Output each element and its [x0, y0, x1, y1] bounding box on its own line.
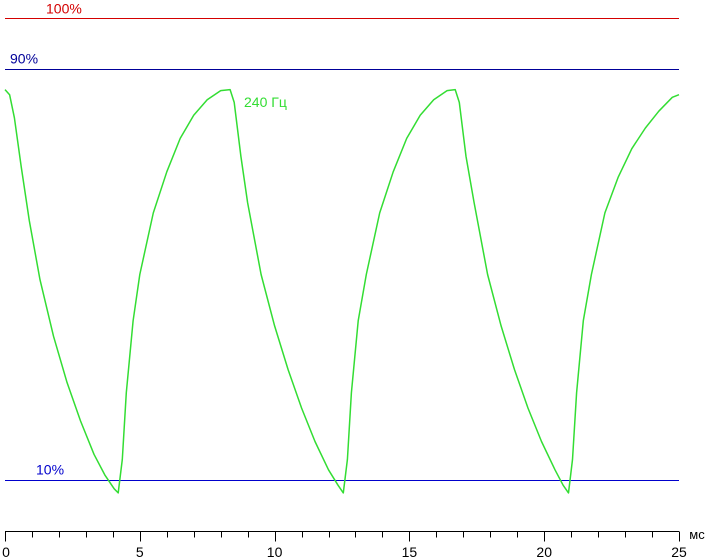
reference-label-100: 100%: [46, 1, 82, 17]
series-line-240hz: [4, 88, 680, 494]
chart: 100% 90% 10% 240 Гц 0 5 10 15 20 25 мс: [2, 1, 705, 560]
x-tick-label-0: 0: [2, 544, 10, 560]
x-axis-ticks: [5, 531, 680, 542]
x-tick-label-20: 20: [536, 544, 552, 560]
x-tick-label-25: 25: [671, 544, 687, 560]
x-axis-unit-label: мс: [689, 527, 705, 542]
x-tick-label-10: 10: [267, 544, 283, 560]
reference-label-10: 10%: [36, 462, 64, 478]
series-label-240hz: 240 Гц: [244, 94, 287, 110]
x-tick-label-15: 15: [402, 544, 418, 560]
reference-label-90: 90%: [10, 51, 38, 67]
x-tick-label-5: 5: [136, 544, 144, 560]
